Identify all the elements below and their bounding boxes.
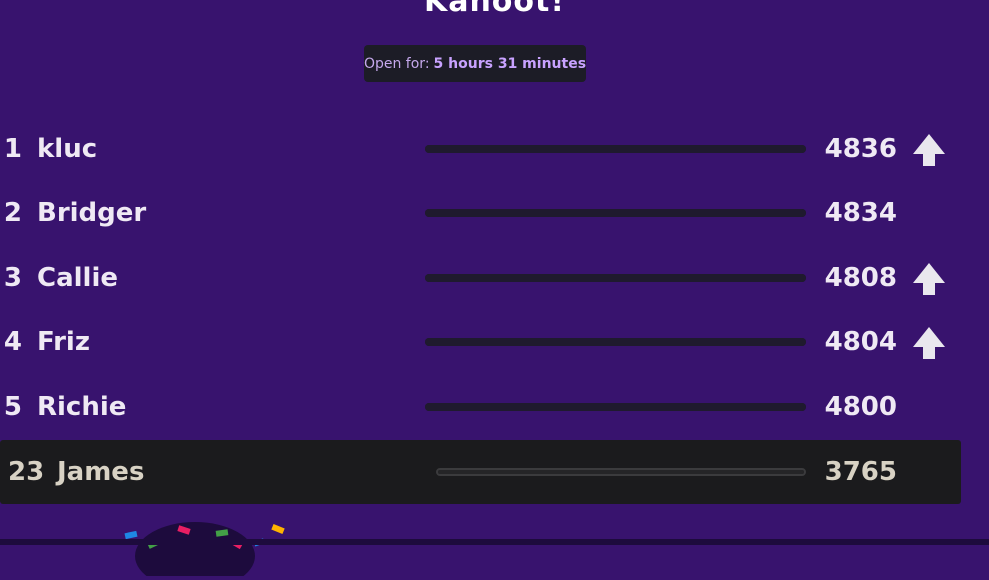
leaderboard-rank: 1 xyxy=(3,134,22,164)
leaderboard-name: Bridger xyxy=(37,198,147,228)
score-bar-fill xyxy=(425,338,806,346)
open-time-label: Open for: xyxy=(363,55,430,72)
leaderboard-name: Callie xyxy=(37,263,118,293)
leaderboard-name: Richie xyxy=(37,392,127,422)
arrow-up-icon xyxy=(913,327,945,359)
score-bar xyxy=(425,274,806,282)
leaderboard-row: 5 Richie 4800 xyxy=(0,375,961,439)
score-bar xyxy=(425,338,806,346)
leaderboard-score: 4804 xyxy=(824,327,897,357)
current-player-rank: 23 xyxy=(8,457,45,487)
current-player-score: 3765 xyxy=(824,457,897,487)
open-time-badge: Open for: 5 hours 31 minutes xyxy=(364,45,586,82)
leaderboard-row: 1 kluc 4836 xyxy=(0,117,961,181)
leaderboard-score: 4834 xyxy=(824,198,897,228)
kahoot-logo: Kahoot! xyxy=(423,0,566,19)
score-bar-fill xyxy=(425,274,806,282)
leaderboard-row: 3 Callie 4808 xyxy=(0,246,961,310)
arrow-up-icon xyxy=(913,134,945,166)
score-bar-fill xyxy=(425,209,806,217)
current-player-score-bar xyxy=(436,468,806,476)
score-bar xyxy=(425,403,806,411)
leaderboard-name: kluc xyxy=(37,134,98,164)
leaderboard-name: Friz xyxy=(37,327,90,357)
current-player-row: 23 James 3765 xyxy=(0,440,961,504)
leaderboard-score: 4800 xyxy=(824,392,897,422)
leaderboard-rank: 4 xyxy=(3,327,22,357)
leaderboard-rank: 5 xyxy=(3,392,22,422)
open-time-value: 5 hours 31 minutes xyxy=(433,55,587,72)
score-bar-fill xyxy=(425,403,806,411)
leaderboard-score: 4836 xyxy=(824,134,897,164)
leaderboard-row: 4 Friz 4804 xyxy=(0,310,961,374)
leaderboard-row: 2 Bridger 4834 xyxy=(0,181,961,245)
score-bar-fill xyxy=(425,145,806,153)
leaderboard-rank: 3 xyxy=(3,263,22,293)
score-bar xyxy=(425,145,806,153)
confetti-decoration xyxy=(120,516,300,580)
score-bar-fill xyxy=(438,470,804,474)
current-player-name: James xyxy=(57,457,145,487)
leaderboard-rank: 2 xyxy=(3,198,22,228)
leaderboard-score: 4808 xyxy=(824,263,897,293)
score-bar xyxy=(425,209,806,217)
bottom-bar xyxy=(0,539,989,545)
arrow-up-icon xyxy=(913,263,945,295)
